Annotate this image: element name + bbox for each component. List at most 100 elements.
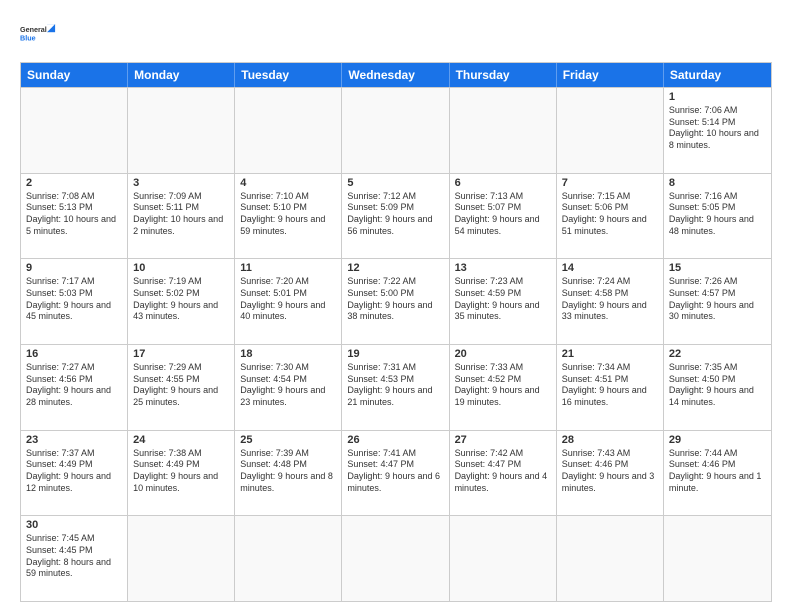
calendar-row-3: 16 Sunrise: 7:27 AM Sunset: 4:56 PM Dayli… — [21, 344, 771, 430]
calendar-cell: 11 Sunrise: 7:20 AM Sunset: 5:01 PM Dayli… — [235, 259, 342, 344]
day-info: Sunrise: 7:35 AM Sunset: 4:50 PM Dayligh… — [669, 362, 766, 409]
generalblue-logo-icon: GeneralBlue — [20, 16, 56, 52]
calendar-cell — [342, 88, 449, 173]
day-info: Sunrise: 7:45 AM Sunset: 4:45 PM Dayligh… — [26, 533, 122, 580]
day-number: 21 — [562, 348, 658, 360]
day-number: 20 — [455, 348, 551, 360]
day-info: Sunrise: 7:17 AM Sunset: 5:03 PM Dayligh… — [26, 276, 122, 323]
calendar-cell: 25 Sunrise: 7:39 AM Sunset: 4:48 PM Dayli… — [235, 431, 342, 516]
day-number: 13 — [455, 262, 551, 274]
svg-text:General: General — [20, 25, 47, 34]
calendar-cell: 20Sunrise: 7:33 AM Sunset: 4:52 PM Dayli… — [450, 345, 557, 430]
calendar-cell: 8 Sunrise: 7:16 AM Sunset: 5:05 PM Daylig… — [664, 174, 771, 259]
calendar-cell: 15 Sunrise: 7:26 AM Sunset: 4:57 PM Dayli… — [664, 259, 771, 344]
calendar-cell — [664, 516, 771, 601]
day-info: Sunrise: 7:31 AM Sunset: 4:53 PM Dayligh… — [347, 362, 443, 409]
day-number: 25 — [240, 434, 336, 446]
day-info: Sunrise: 7:23 AM Sunset: 4:59 PM Dayligh… — [455, 276, 551, 323]
calendar-row-5: 30 Sunrise: 7:45 AM Sunset: 4:45 PM Dayli… — [21, 515, 771, 601]
weekday-header-sunday: Sunday — [21, 63, 128, 87]
calendar-cell: 24Sunrise: 7:38 AM Sunset: 4:49 PM Dayli… — [128, 431, 235, 516]
day-info: Sunrise: 7:30 AM Sunset: 4:54 PM Dayligh… — [240, 362, 336, 409]
day-info: Sunrise: 7:10 AM Sunset: 5:10 PM Dayligh… — [240, 191, 336, 238]
day-info: Sunrise: 7:27 AM Sunset: 4:56 PM Dayligh… — [26, 362, 122, 409]
day-number: 17 — [133, 348, 229, 360]
day-info: Sunrise: 7:22 AM Sunset: 5:00 PM Dayligh… — [347, 276, 443, 323]
weekday-header-friday: Friday — [557, 63, 664, 87]
day-info: Sunrise: 7:08 AM Sunset: 5:13 PM Dayligh… — [26, 191, 122, 238]
day-number: 22 — [669, 348, 766, 360]
calendar-cell: 27Sunrise: 7:42 AM Sunset: 4:47 PM Dayli… — [450, 431, 557, 516]
calendar-cell — [450, 516, 557, 601]
day-info: Sunrise: 7:39 AM Sunset: 4:48 PM Dayligh… — [240, 448, 336, 495]
weekday-header-thursday: Thursday — [450, 63, 557, 87]
day-number: 27 — [455, 434, 551, 446]
day-number: 7 — [562, 177, 658, 189]
calendar-row-2: 9 Sunrise: 7:17 AM Sunset: 5:03 PM Daylig… — [21, 258, 771, 344]
day-number: 9 — [26, 262, 122, 274]
day-number: 11 — [240, 262, 336, 274]
calendar-cell — [21, 88, 128, 173]
calendar-cell: 13 Sunrise: 7:23 AM Sunset: 4:59 PM Dayli… — [450, 259, 557, 344]
calendar-cell: 2 Sunrise: 7:08 AM Sunset: 5:13 PM Daylig… — [21, 174, 128, 259]
weekday-header-monday: Monday — [128, 63, 235, 87]
calendar-cell: 3 Sunrise: 7:09 AM Sunset: 5:11 PM Daylig… — [128, 174, 235, 259]
day-info: Sunrise: 7:41 AM Sunset: 4:47 PM Dayligh… — [347, 448, 443, 495]
day-info: Sunrise: 7:16 AM Sunset: 5:05 PM Dayligh… — [669, 191, 766, 238]
day-number: 14 — [562, 262, 658, 274]
day-info: Sunrise: 7:20 AM Sunset: 5:01 PM Dayligh… — [240, 276, 336, 323]
day-info: Sunrise: 7:24 AM Sunset: 4:58 PM Dayligh… — [562, 276, 658, 323]
calendar-cell: 26 Sunrise: 7:41 AM Sunset: 4:47 PM Dayli… — [342, 431, 449, 516]
day-number: 1 — [669, 91, 766, 103]
day-info: Sunrise: 7:43 AM Sunset: 4:46 PM Dayligh… — [562, 448, 658, 495]
svg-text:Blue: Blue — [20, 33, 36, 42]
day-number: 5 — [347, 177, 443, 189]
day-info: Sunrise: 7:19 AM Sunset: 5:02 PM Dayligh… — [133, 276, 229, 323]
day-info: Sunrise: 7:13 AM Sunset: 5:07 PM Dayligh… — [455, 191, 551, 238]
day-number: 29 — [669, 434, 766, 446]
day-number: 18 — [240, 348, 336, 360]
day-number: 2 — [26, 177, 122, 189]
calendar: SundayMondayTuesdayWednesdayThursdayFrid… — [20, 62, 772, 602]
calendar-cell: 5Sunrise: 7:12 AM Sunset: 5:09 PM Daylig… — [342, 174, 449, 259]
calendar-cell: 17 Sunrise: 7:29 AM Sunset: 4:55 PM Dayli… — [128, 345, 235, 430]
calendar-cell: 23Sunrise: 7:37 AM Sunset: 4:49 PM Dayli… — [21, 431, 128, 516]
calendar-cell: 28Sunrise: 7:43 AM Sunset: 4:46 PM Dayli… — [557, 431, 664, 516]
weekday-header-tuesday: Tuesday — [235, 63, 342, 87]
calendar-header: SundayMondayTuesdayWednesdayThursdayFrid… — [21, 63, 771, 87]
day-info: Sunrise: 7:29 AM Sunset: 4:55 PM Dayligh… — [133, 362, 229, 409]
day-number: 8 — [669, 177, 766, 189]
day-number: 4 — [240, 177, 336, 189]
day-number: 24 — [133, 434, 229, 446]
calendar-cell: 21 Sunrise: 7:34 AM Sunset: 4:51 PM Dayli… — [557, 345, 664, 430]
calendar-cell — [235, 516, 342, 601]
day-number: 6 — [455, 177, 551, 189]
calendar-cell: 19Sunrise: 7:31 AM Sunset: 4:53 PM Dayli… — [342, 345, 449, 430]
calendar-row-1: 2 Sunrise: 7:08 AM Sunset: 5:13 PM Daylig… — [21, 173, 771, 259]
calendar-cell: 10 Sunrise: 7:19 AM Sunset: 5:02 PM Dayli… — [128, 259, 235, 344]
calendar-cell — [128, 88, 235, 173]
calendar-cell: 9 Sunrise: 7:17 AM Sunset: 5:03 PM Daylig… — [21, 259, 128, 344]
day-number: 30 — [26, 519, 122, 531]
calendar-cell: 7 Sunrise: 7:15 AM Sunset: 5:06 PM Daylig… — [557, 174, 664, 259]
day-number: 26 — [347, 434, 443, 446]
calendar-row-0: 1Sunrise: 7:06 AM Sunset: 5:14 PM Daylig… — [21, 87, 771, 173]
page: GeneralBlue SundayMondayTuesdayWednesday… — [0, 0, 792, 612]
day-info: Sunrise: 7:09 AM Sunset: 5:11 PM Dayligh… — [133, 191, 229, 238]
day-info: Sunrise: 7:26 AM Sunset: 4:57 PM Dayligh… — [669, 276, 766, 323]
day-number: 10 — [133, 262, 229, 274]
weekday-header-wednesday: Wednesday — [342, 63, 449, 87]
day-number: 3 — [133, 177, 229, 189]
calendar-cell: 12 Sunrise: 7:22 AM Sunset: 5:00 PM Dayli… — [342, 259, 449, 344]
calendar-cell — [557, 516, 664, 601]
day-info: Sunrise: 7:15 AM Sunset: 5:06 PM Dayligh… — [562, 191, 658, 238]
calendar-cell: 4 Sunrise: 7:10 AM Sunset: 5:10 PM Daylig… — [235, 174, 342, 259]
calendar-cell: 22 Sunrise: 7:35 AM Sunset: 4:50 PM Dayli… — [664, 345, 771, 430]
header: GeneralBlue — [20, 16, 772, 52]
day-number: 12 — [347, 262, 443, 274]
day-number: 16 — [26, 348, 122, 360]
day-number: 15 — [669, 262, 766, 274]
calendar-cell: 29 Sunrise: 7:44 AM Sunset: 4:46 PM Dayli… — [664, 431, 771, 516]
day-info: Sunrise: 7:34 AM Sunset: 4:51 PM Dayligh… — [562, 362, 658, 409]
day-info: Sunrise: 7:44 AM Sunset: 4:46 PM Dayligh… — [669, 448, 766, 495]
